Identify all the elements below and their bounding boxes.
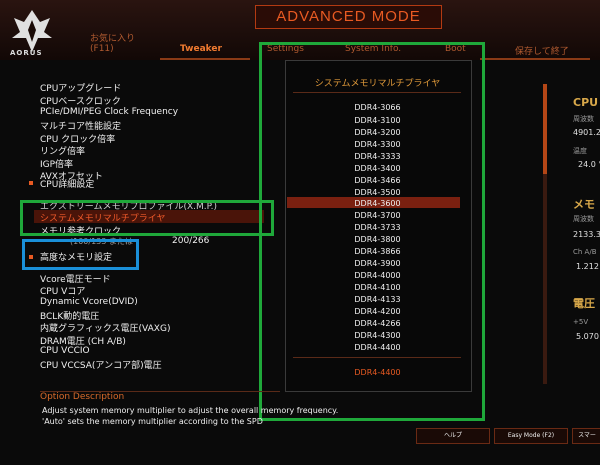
- menu-cpu-upgrade[interactable]: CPUアップグレード: [40, 81, 121, 94]
- description-line-2: 'Auto' sets the memory multiplier accord…: [42, 417, 263, 426]
- menu-dvid[interactable]: Dynamic Vcore(DVID): [40, 297, 138, 307]
- menu-pcie-clock[interactable]: PCIe/DMI/PEG Clock Frequency: [40, 107, 178, 117]
- tab-tweaker[interactable]: Tweaker: [180, 44, 222, 54]
- scrollbar-thumb[interactable]: [543, 84, 547, 174]
- voltage-section-heading: 電圧: [573, 297, 595, 310]
- memory-section-heading: メモ: [573, 198, 595, 211]
- cpu-section-heading: CPU: [573, 96, 599, 109]
- cpu-freq-value: 4901.2: [573, 128, 600, 137]
- mem-freq-value: 2133.3: [573, 230, 600, 239]
- tab-favorites[interactable]: お気に入り: [90, 31, 135, 44]
- mode-title: ADVANCED MODE: [255, 5, 442, 29]
- easy-mode-button[interactable]: Easy Mode (F2): [494, 428, 568, 444]
- mem-freq-label: 周波数: [573, 215, 594, 223]
- smart-fan-button[interactable]: スマー: [572, 428, 600, 444]
- help-button[interactable]: ヘルプ: [416, 428, 490, 444]
- annotation-green-box-popup: [259, 42, 485, 421]
- menu-multicore[interactable]: マルチコア性能設定: [40, 119, 121, 132]
- voltage-value: 5.070: [576, 332, 599, 341]
- description-line-1: Adjust system memory multiplier to adjus…: [42, 406, 339, 415]
- tab-underline-active: [160, 58, 250, 60]
- menu-ring-ratio[interactable]: リング倍率: [40, 144, 85, 157]
- menu-cpu-base-clock[interactable]: CPUベースクロック: [40, 94, 121, 107]
- tab-favorites-key: (F11): [90, 44, 114, 54]
- menu-cpu-vcore[interactable]: CPU Vコア: [40, 284, 85, 297]
- menu-vaxg[interactable]: 内蔵グラフィックス電圧(VAXG): [40, 321, 170, 334]
- mem-channel-label: Ch A/B: [573, 248, 597, 256]
- tab-save-exit[interactable]: 保存して終了: [515, 44, 569, 57]
- annotation-blue-box: [22, 239, 139, 270]
- voltage-label: +5V: [573, 318, 589, 326]
- brand-logo-text: AORUS: [10, 49, 43, 57]
- submenu-bullet-icon: [29, 181, 33, 185]
- menu-vccio[interactable]: CPU VCCIO: [40, 346, 90, 356]
- description-heading: Option Description: [40, 392, 125, 402]
- cpu-freq-label: 周波数: [573, 115, 594, 123]
- mem-voltage-value: 1.212: [576, 262, 599, 271]
- annotation-green-box-left: [20, 200, 274, 236]
- tab-underline: [480, 58, 590, 60]
- menu-cpu-advanced[interactable]: CPU詳細設定: [40, 177, 94, 190]
- ref-clock-value: 200/266: [172, 236, 210, 246]
- cpu-temp-value: 24.0 °: [578, 160, 600, 169]
- cpu-temp-label: 温度: [573, 147, 587, 155]
- menu-vccsa[interactable]: CPU VCCSA(アンコア部)電圧: [40, 358, 162, 371]
